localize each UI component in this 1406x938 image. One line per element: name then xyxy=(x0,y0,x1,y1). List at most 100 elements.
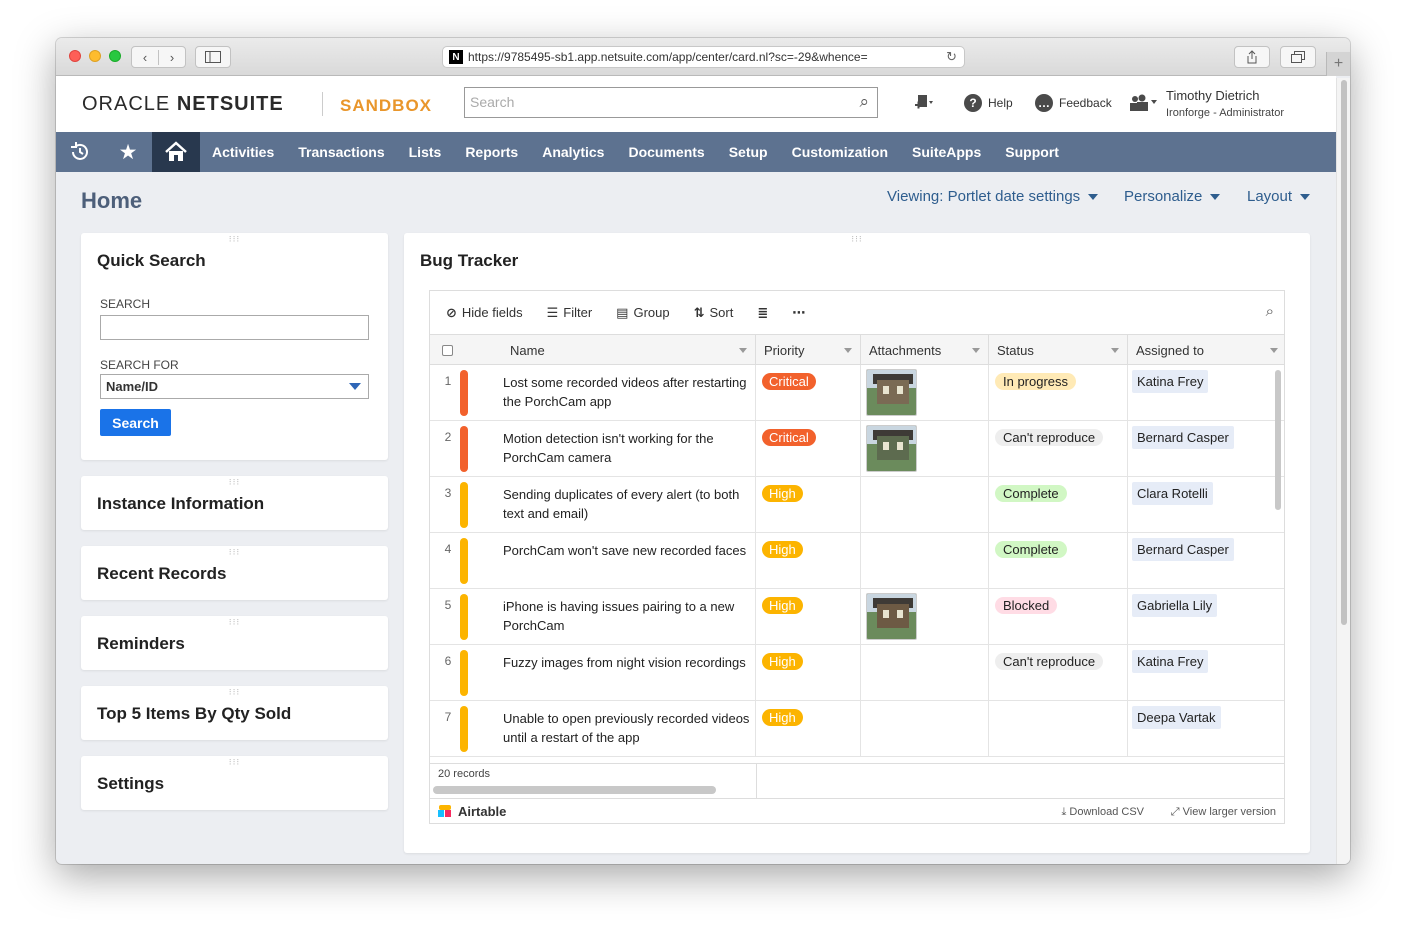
search-for-select[interactable]: Name/ID xyxy=(100,374,369,399)
share-button[interactable] xyxy=(1234,46,1270,68)
table-row[interactable]: 1 Lost some recorded videos after restar… xyxy=(430,365,1284,421)
nav-item[interactable]: Analytics xyxy=(530,132,616,172)
global-search-input[interactable]: Search ⌕ xyxy=(464,87,878,118)
layout-menu[interactable]: Layout xyxy=(1247,188,1311,205)
bug-name[interactable]: Unable to open previously recorded video… xyxy=(503,709,753,747)
drag-handle[interactable]: ⁝⁝⁝ xyxy=(229,688,241,697)
viewing-menu[interactable]: Viewing: Portlet date settings xyxy=(887,188,1099,205)
grid-horizontal-scrollbar[interactable] xyxy=(433,786,716,794)
bug-name[interactable]: Lost some recorded videos after restarti… xyxy=(503,373,753,411)
quick-search-button[interactable]: Search xyxy=(100,409,171,436)
grid-vertical-scrollbar[interactable] xyxy=(1275,370,1281,510)
attachment-thumbnail[interactable] xyxy=(866,593,917,640)
select-all-checkbox[interactable] xyxy=(442,345,453,356)
nav-item[interactable]: Documents xyxy=(616,132,716,172)
table-row[interactable]: 2 Motion detection isn't working for the… xyxy=(430,421,1284,477)
address-bar[interactable]: N https://9785495-sb1.app.netsuite.com/a… xyxy=(442,46,965,68)
attachment-thumbnail[interactable] xyxy=(866,425,917,472)
grid-search-icon[interactable]: ⌕ xyxy=(1266,303,1274,320)
nav-item[interactable]: Reports xyxy=(453,132,530,172)
sort-button[interactable]: ⇅ Sort xyxy=(694,305,734,321)
maximize-window-button[interactable] xyxy=(109,50,121,62)
minimize-window-button[interactable] xyxy=(89,50,101,62)
column-menu-icon[interactable] xyxy=(844,348,852,353)
priority-tag: High xyxy=(762,653,803,670)
nav-item[interactable]: Transactions xyxy=(286,132,396,172)
recent-history-icon[interactable] xyxy=(56,132,104,172)
portlet-title[interactable]: Settings xyxy=(97,774,164,794)
sidebar-toggle-button[interactable] xyxy=(195,46,231,68)
new-tab-button[interactable]: + xyxy=(1326,52,1350,76)
hide-fields-button[interactable]: ⊘ Hide fields xyxy=(446,305,523,321)
oracle-netsuite-logo[interactable]: ORACLE NETSUITE xyxy=(82,93,284,116)
view-larger-link[interactable]: ⤢ View larger version xyxy=(1171,806,1276,819)
column-menu-icon[interactable] xyxy=(1270,348,1278,353)
summary-divider xyxy=(756,763,757,798)
favorites-star-icon[interactable]: ★ xyxy=(104,132,152,172)
table-row[interactable]: 6 Fuzzy images from night vision recordi… xyxy=(430,645,1284,701)
airtable-logo[interactable]: Airtable xyxy=(438,804,506,819)
bug-name[interactable]: Motion detection isn't working for the P… xyxy=(503,429,753,467)
search-icon[interactable]: ⌕ xyxy=(859,92,869,112)
personalize-menu[interactable]: Personalize xyxy=(1124,188,1221,205)
status-column-header[interactable]: Status xyxy=(989,335,1128,366)
nav-item[interactable]: Customization xyxy=(780,132,900,172)
role-switch-button[interactable] xyxy=(1128,94,1158,112)
column-menu-icon[interactable] xyxy=(972,348,980,353)
attachments-column-header[interactable]: Attachments xyxy=(861,335,989,366)
tab-overview-button[interactable] xyxy=(1280,46,1316,68)
table-row[interactable]: 4 PorchCam won't save new recorded faces… xyxy=(430,533,1284,589)
forward-icon[interactable]: › xyxy=(158,49,185,65)
row-height-button[interactable]: ≣ xyxy=(757,305,768,321)
portlet-title[interactable]: Reminders xyxy=(97,634,185,654)
drag-handle[interactable]: ⁝⁝⁝ xyxy=(229,548,241,557)
priority-tag: Critical xyxy=(762,373,816,390)
attachment-thumbnail[interactable] xyxy=(866,369,917,416)
nav-item[interactable]: Support xyxy=(993,132,1071,172)
name-column-header[interactable]: Name xyxy=(430,335,756,366)
assigned-column-header[interactable]: Assigned to xyxy=(1128,335,1284,366)
home-icon[interactable] xyxy=(152,132,200,172)
filter-button[interactable]: ☰ Filter xyxy=(547,305,593,321)
drag-handle[interactable]: ⁝⁝⁝ xyxy=(229,618,241,627)
help-link[interactable]: ? Help xyxy=(964,94,1013,112)
reload-icon[interactable]: ↻ xyxy=(946,49,957,65)
back-icon[interactable]: ‹ xyxy=(132,50,158,65)
drag-handle[interactable]: ⁝⁝⁝ xyxy=(851,235,863,244)
priority-column-header[interactable]: Priority xyxy=(756,335,861,366)
more-options-button[interactable]: ⋯ xyxy=(792,305,805,321)
assignee-chip: Bernard Casper xyxy=(1132,538,1234,561)
drag-handle[interactable]: ⁝⁝⁝ xyxy=(229,758,241,767)
nav-item[interactable]: Lists xyxy=(397,132,454,172)
assignee-chip: Gabriella Lily xyxy=(1132,594,1218,617)
portlet-title[interactable]: Instance Information xyxy=(97,494,264,514)
nav-item[interactable]: Setup xyxy=(717,132,780,172)
table-row[interactable]: 5 iPhone is having issues pairing to a n… xyxy=(430,589,1284,645)
drag-handle[interactable]: ⁝⁝⁝ xyxy=(229,478,241,487)
bug-name[interactable]: iPhone is having issues pairing to a new… xyxy=(503,597,753,635)
page-scroll-thumb[interactable] xyxy=(1341,80,1347,625)
table-row[interactable]: 3 Sending duplicates of every alert (to … xyxy=(430,477,1284,533)
close-window-button[interactable] xyxy=(69,50,81,62)
portlet-title: Bug Tracker xyxy=(420,251,519,270)
portlet-title[interactable]: Recent Records xyxy=(97,564,226,584)
status-tag: Can't reproduce xyxy=(995,429,1104,446)
portlet-title[interactable]: Top 5 Items By Qty Sold xyxy=(97,704,291,724)
page-scrollbar[interactable] xyxy=(1336,78,1350,864)
bug-name[interactable]: Fuzzy images from night vision recording… xyxy=(503,653,753,672)
column-menu-icon[interactable] xyxy=(1111,348,1119,353)
download-csv-link[interactable]: ⤓ Download CSV xyxy=(1061,806,1144,819)
create-new-button[interactable] xyxy=(914,94,934,112)
feedback-link[interactable]: … Feedback xyxy=(1035,94,1112,112)
column-menu-icon[interactable] xyxy=(739,348,747,353)
quick-search-input[interactable] xyxy=(100,315,369,340)
nav-item[interactable]: SuiteApps xyxy=(900,132,993,172)
drag-handle[interactable]: ⁝⁝⁝ xyxy=(229,235,241,244)
group-button[interactable]: ▤ Group xyxy=(616,305,669,321)
priority-color-bar xyxy=(460,538,468,584)
user-menu[interactable]: Timothy Dietrich Ironforge - Administrat… xyxy=(1166,88,1284,121)
table-row[interactable]: 7 Unable to open previously recorded vid… xyxy=(430,701,1284,757)
nav-item[interactable]: Activities xyxy=(200,132,286,172)
bug-name[interactable]: PorchCam won't save new recorded faces xyxy=(503,541,753,560)
bug-name[interactable]: Sending duplicates of every alert (to bo… xyxy=(503,485,753,523)
